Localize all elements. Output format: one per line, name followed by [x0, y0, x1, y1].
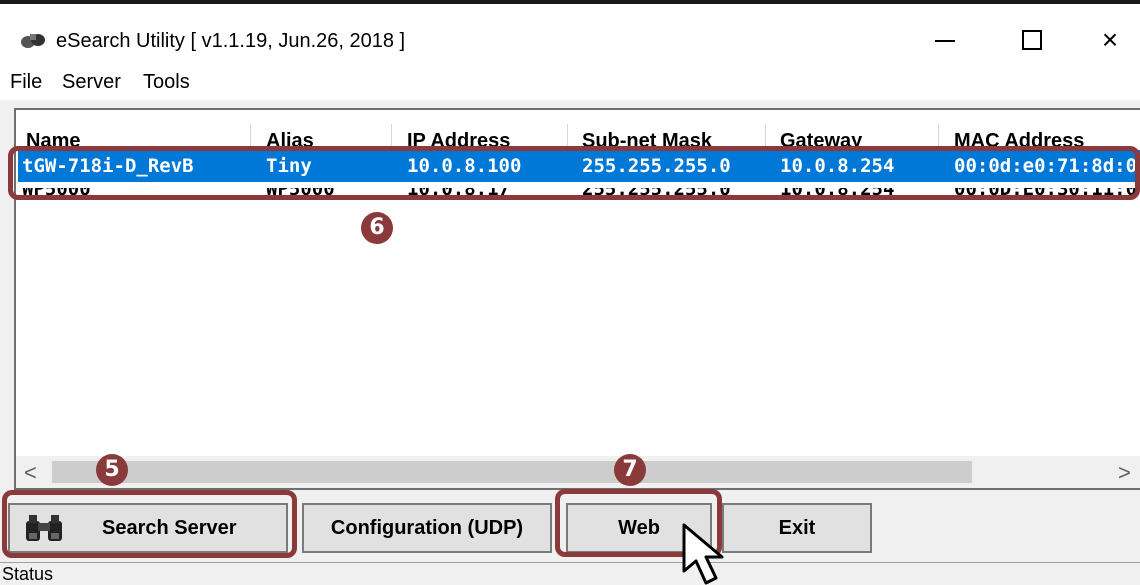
binoculars-icon [26, 515, 62, 541]
scroll-left-icon[interactable]: < [24, 460, 37, 486]
window-title: eSearch Utility [ v1.1.19, Jun.26, 2018 … [56, 30, 406, 52]
column-mac-address[interactable]: MAC Address [954, 130, 1084, 148]
column-subnet-mask[interactable]: Sub-net Mask [582, 130, 712, 148]
step-badge-7: 7 [614, 454, 646, 486]
binoculars-app-icon [21, 34, 45, 48]
menu-tools[interactable]: Tools [143, 71, 190, 94]
cell-gateway: 10.0.8.254 [780, 188, 895, 200]
search-server-label: Search Server [102, 517, 237, 539]
column-divider[interactable] [567, 124, 568, 148]
column-divider[interactable] [391, 124, 392, 148]
mouse-pointer-icon [682, 523, 724, 585]
horizontal-scrollbar[interactable]: < > [16, 456, 1140, 488]
minimize-icon [935, 40, 955, 42]
column-divider[interactable] [765, 124, 766, 148]
cell-alias: Tiny [266, 155, 312, 177]
title-bar[interactable]: eSearch Utility [ v1.1.19, Jun.26, 2018 … [0, 4, 1140, 66]
close-icon: × [1101, 24, 1119, 55]
column-ip-address[interactable]: IP Address [407, 130, 510, 148]
menu-bar: File Server Tools [0, 66, 1140, 100]
menu-file[interactable]: File [10, 71, 42, 94]
column-divider[interactable] [250, 124, 251, 148]
status-bar: Status [0, 562, 1140, 585]
close-button[interactable]: × [1090, 20, 1130, 60]
maximize-icon [1022, 30, 1042, 50]
cell-mac: 00:0D:E0:30:11:0 [954, 188, 1138, 200]
column-gateway[interactable]: Gateway [780, 130, 862, 148]
column-name[interactable]: Name [26, 130, 80, 148]
step-badge-5: 5 [96, 454, 128, 486]
table-row[interactable]: WP5000 WP5000 10.0.8.17 255.255.255.0 10… [18, 188, 1140, 212]
menu-server[interactable]: Server [62, 71, 121, 94]
step-badge-6: 6 [361, 212, 393, 244]
maximize-button[interactable] [1011, 20, 1051, 60]
cell-ip: 10.0.8.17 [407, 188, 510, 200]
cell-mask: 255.255.255.0 [582, 188, 731, 200]
configuration-udp-button[interactable]: Configuration (UDP) [302, 503, 552, 553]
scroll-right-icon[interactable]: > [1118, 460, 1131, 486]
server-list[interactable]: Name Alias IP Address Sub-net Mask Gatew… [14, 108, 1140, 490]
cell-gateway: 10.0.8.254 [780, 155, 895, 177]
cell-name: WP5000 [22, 188, 91, 200]
list-header: Name Alias IP Address Sub-net Mask Gatew… [16, 110, 1140, 148]
cell-alias: WP5000 [266, 188, 335, 200]
cell-mask: 255.255.255.0 [582, 155, 731, 177]
scrollbar-thumb[interactable] [52, 461, 972, 483]
status-text: Status [2, 564, 54, 584]
search-server-button[interactable]: Search Server [8, 503, 288, 553]
column-divider[interactable] [938, 124, 939, 148]
cell-ip: 10.0.8.100 [407, 155, 522, 177]
column-alias[interactable]: Alias [266, 130, 314, 148]
cell-mac: 00:0d:e0:71:8d:0 [954, 155, 1138, 177]
cell-name: tGW-718i-D_RevB [22, 155, 194, 177]
esearch-window: eSearch Utility [ v1.1.19, Jun.26, 2018 … [0, 0, 1140, 585]
minimize-button[interactable] [925, 20, 965, 60]
table-row[interactable]: tGW-718i-D_RevB Tiny 10.0.8.100 255.255.… [18, 150, 1140, 182]
exit-button[interactable]: Exit [722, 503, 872, 553]
